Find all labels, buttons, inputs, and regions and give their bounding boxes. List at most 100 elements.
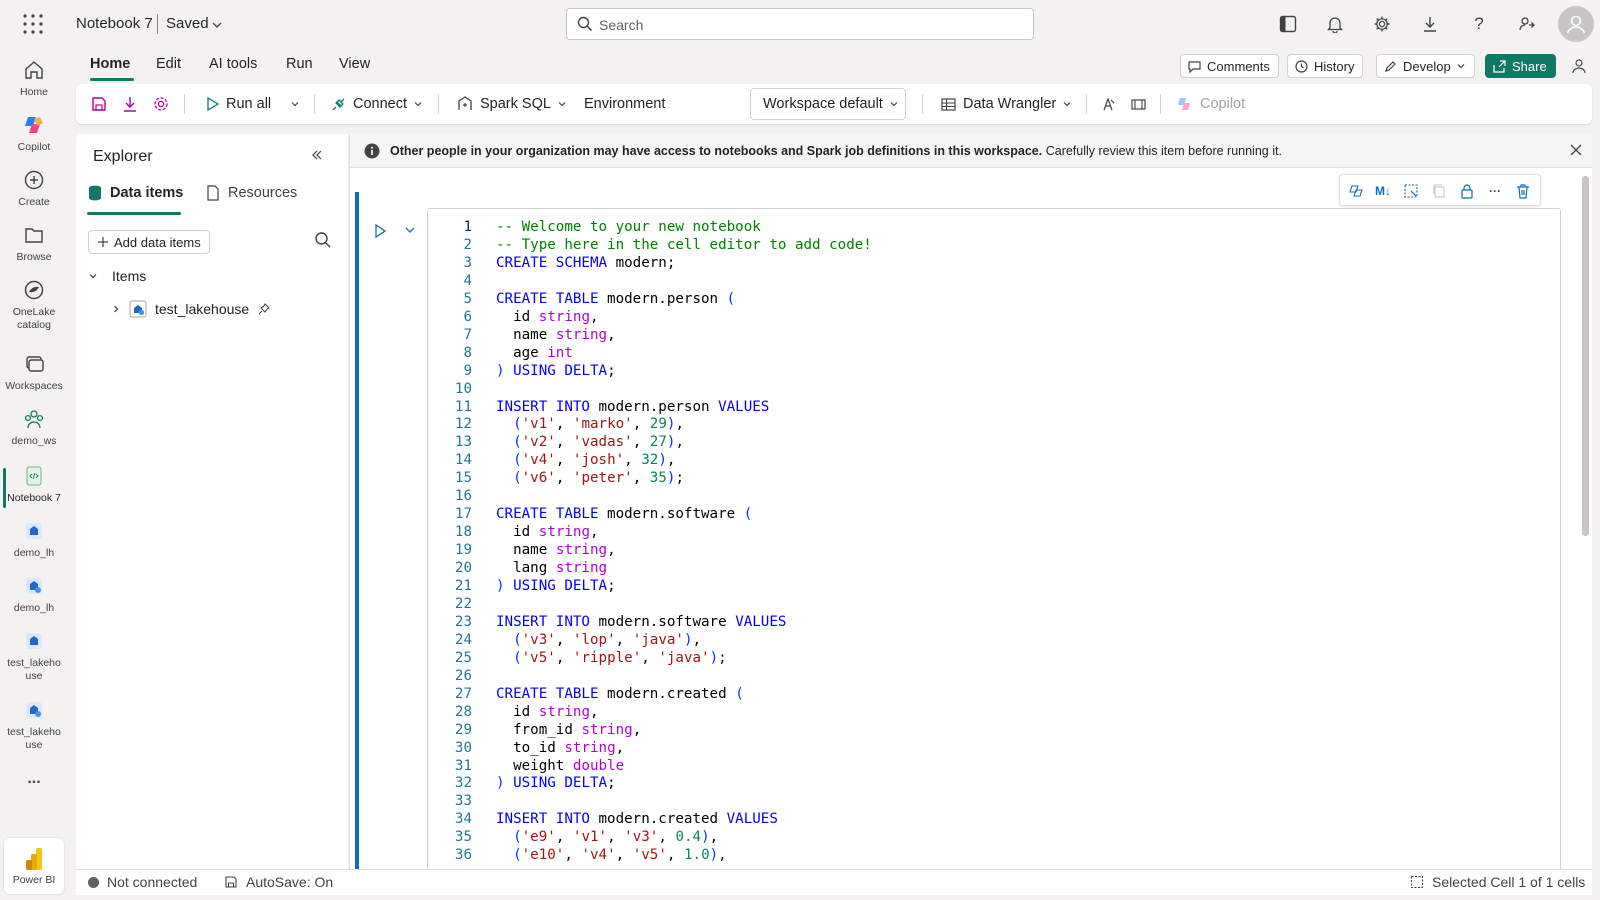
chevron-down-icon[interactable]	[211, 19, 223, 31]
copilot-button[interactable]: Copilot	[1176, 84, 1245, 124]
bell-icon[interactable]	[1323, 12, 1347, 36]
scrollbar-thumb[interactable]	[1582, 176, 1589, 536]
info-icon	[364, 143, 380, 159]
rail-item-onelake-catalog[interactable]: OneLake catalog	[0, 276, 68, 332]
line-number: 30	[454, 739, 472, 756]
develop-label: Develop	[1403, 58, 1451, 74]
language-dropdown[interactable]: Spark SQL	[456, 84, 567, 124]
save-status[interactable]: Saved	[166, 15, 209, 32]
code-text: ('v5', 'ripple', 'java');	[513, 649, 727, 666]
code-text: id string,	[513, 308, 599, 325]
rail-item-home[interactable]: Home	[0, 56, 68, 99]
code-line: 4	[428, 273, 1558, 291]
run-all-dropdown[interactable]	[290, 84, 300, 124]
lakehouse-icon	[129, 300, 147, 318]
tab-home[interactable]: Home	[90, 56, 130, 72]
collapse-icon[interactable]	[310, 148, 324, 162]
search-box[interactable]	[566, 8, 1034, 40]
rail-item-test-lakehouse-1[interactable]: test_lakehouse	[0, 627, 68, 683]
code-line: 12 ('v1', 'marko', 29),	[428, 416, 1558, 434]
connection-status: Not connected	[88, 874, 197, 890]
collaborators-icon[interactable]	[1567, 54, 1591, 78]
code-line: 8 age int	[428, 345, 1558, 363]
download-icon[interactable]	[121, 84, 139, 124]
autosave-text: AutoSave: On	[246, 874, 334, 890]
line-number: 31	[454, 757, 472, 774]
connect-button[interactable]: Connect	[330, 84, 423, 124]
share-people-icon[interactable]	[1515, 12, 1539, 36]
rail-item-demo-lh-2[interactable]: demo_lh	[0, 572, 68, 615]
rail-item-create[interactable]: Create	[0, 166, 68, 209]
cell-active-indicator	[355, 192, 359, 878]
environment-dropdown[interactable]: Workspace default	[750, 88, 906, 120]
history-button[interactable]: History	[1287, 54, 1364, 78]
delete-icon[interactable]	[1514, 182, 1532, 200]
chevron-down-icon[interactable]	[403, 223, 417, 237]
notebook-icon	[20, 462, 48, 490]
line-number: 2	[463, 236, 472, 253]
line-number: 22	[454, 595, 472, 612]
copy-icon[interactable]	[1430, 182, 1448, 200]
formula-icon[interactable]	[1100, 84, 1117, 124]
more-options-icon[interactable]: ···	[1486, 182, 1504, 200]
search-input[interactable]	[599, 15, 1019, 35]
code-line: 2 -- Type here in the cell editor to add …	[428, 237, 1558, 255]
run-cell-icon[interactable]	[373, 223, 387, 239]
share-icon	[1493, 59, 1506, 73]
power-bi-switcher[interactable]: Power BI	[4, 838, 64, 894]
pin-icon[interactable]	[257, 302, 271, 316]
settings-icon[interactable]	[152, 84, 170, 124]
rail-more-button[interactable]: ...	[0, 771, 68, 787]
rail-item-test-lakehouse-2[interactable]: test_lakehouse	[0, 696, 68, 752]
tab-edit[interactable]: Edit	[156, 56, 181, 72]
close-icon[interactable]	[1569, 143, 1583, 157]
onelake-icon	[20, 276, 48, 304]
tab-data-items[interactable]: Data items	[88, 185, 183, 201]
line-number: 10	[454, 380, 472, 397]
markdown-toggle-icon[interactable]: M↓	[1374, 182, 1392, 200]
tree-section-items[interactable]: Items	[88, 268, 146, 284]
tab-ai-tools[interactable]: AI tools	[209, 56, 257, 72]
rail-item-demo-ws[interactable]: demo_ws	[0, 405, 68, 448]
pencil-icon	[1385, 60, 1396, 72]
download-icon[interactable]	[1418, 12, 1442, 36]
code-editor[interactable]: 1 -- Welcome to your new notebook 2 -- Type…	[427, 208, 1561, 878]
run-all-button[interactable]: Run all	[204, 84, 271, 124]
tab-view[interactable]: View	[339, 56, 370, 72]
code-text: ) USING DELTA;	[496, 578, 616, 594]
notebook-title[interactable]: Notebook 7	[76, 15, 153, 32]
ribbon-toolbar: Run all Connect Spark SQL Environment Wo…	[76, 84, 1592, 124]
autosave-status[interactable]: AutoSave: On	[224, 874, 333, 890]
code-text: ('v1', 'marko', 29),	[513, 416, 684, 433]
select-cell-icon[interactable]	[1402, 182, 1420, 200]
share-button[interactable]: Share	[1485, 54, 1556, 78]
add-data-items-button[interactable]: Add data items	[88, 230, 210, 254]
search-icon[interactable]	[314, 231, 332, 249]
rail-item-demo-lh-1[interactable]: demo_lh	[0, 517, 68, 560]
save-icon[interactable]	[90, 84, 108, 124]
code-line: 34 INSERT INTO modern.created VALUES	[428, 811, 1558, 829]
rail-item-notebook-7[interactable]: Notebook 7	[0, 462, 68, 505]
rail-item-browse[interactable]: Browse	[0, 221, 68, 264]
line-number: 36	[454, 847, 472, 864]
copilot-cell-icon[interactable]	[1348, 182, 1366, 200]
code-line: 21) USING DELTA;	[428, 578, 1558, 596]
lakehouse-icon	[20, 572, 48, 600]
help-icon[interactable]: ?	[1467, 12, 1491, 36]
comments-button[interactable]: Comments	[1180, 54, 1279, 78]
gear-icon[interactable]	[1370, 12, 1394, 36]
tree-item-test-lakehouse[interactable]: test_lakehouse	[111, 300, 271, 318]
rail-item-workspaces[interactable]: Workspaces	[0, 350, 68, 393]
tab-resources[interactable]: Resources	[206, 185, 297, 201]
avatar-icon[interactable]	[1558, 6, 1594, 42]
tab-run[interactable]: Run	[286, 56, 313, 72]
layout-icon[interactable]	[1276, 12, 1300, 36]
lock-icon[interactable]	[1458, 182, 1476, 200]
data-wrangler-button[interactable]: Data Wrangler	[940, 84, 1072, 124]
app-launcher-icon[interactable]	[22, 13, 44, 35]
develop-button[interactable]: Develop	[1376, 54, 1475, 78]
fullscreen-icon[interactable]	[1130, 84, 1147, 124]
code-text: INSERT INTO modern.person VALUES	[496, 398, 770, 415]
rail-item-copilot[interactable]: Copilot	[0, 111, 68, 154]
line-number: 12	[454, 416, 472, 433]
